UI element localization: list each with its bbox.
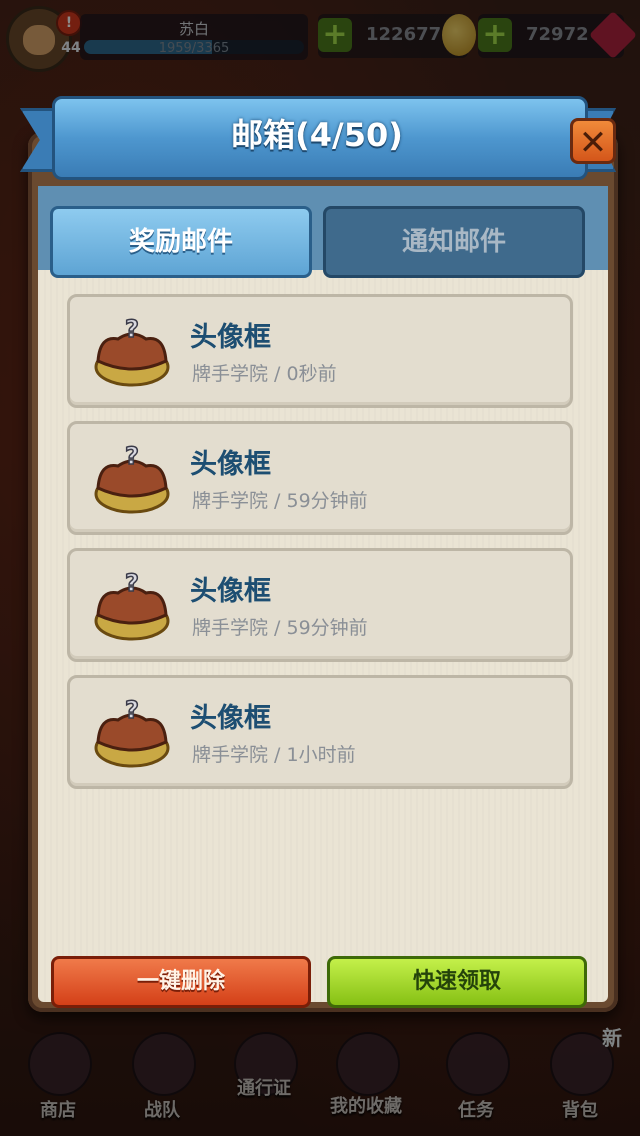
mail-title: 头像框 (190, 449, 271, 480)
avatar-frame-icon: ? (94, 696, 170, 768)
tab-reward-mail[interactable]: 奖励邮件 (50, 206, 312, 278)
close-button[interactable]: ✕ (570, 118, 616, 164)
mail-item[interactable]: ? 头像框 牌手学院 / 59分钟前 (67, 421, 573, 535)
mail-subtitle: 牌手学院 / 1小时前 (192, 744, 356, 766)
mail-subtitle: 牌手学院 / 0秒前 (192, 363, 337, 385)
mail-subtitle: 牌手学院 / 59分钟前 (192, 490, 368, 512)
mail-title: 头像框 (190, 322, 271, 353)
claim-all-button[interactable]: 快速领取 (327, 956, 587, 1008)
avatar-frame-icon: ? (94, 442, 170, 514)
avatar-frame-icon: ? (94, 569, 170, 641)
tab-notice-mail[interactable]: 通知邮件 (323, 206, 585, 278)
mail-title: 头像框 (190, 703, 271, 734)
mail-item[interactable]: ? 头像框 牌手学院 / 1小时前 (67, 675, 573, 789)
mail-item[interactable]: ? 头像框 牌手学院 / 0秒前 (67, 294, 573, 408)
svg-text:?: ? (125, 569, 139, 597)
mail-title: 头像框 (190, 576, 271, 607)
svg-text:?: ? (125, 696, 139, 724)
mail-item[interactable]: ? 头像框 牌手学院 / 59分钟前 (67, 548, 573, 662)
mail-subtitle: 牌手学院 / 59分钟前 (192, 617, 368, 639)
svg-text:?: ? (125, 442, 139, 470)
delete-all-button[interactable]: 一键删除 (51, 956, 311, 1008)
mailbox-title: 邮箱(4/50) (231, 116, 403, 154)
avatar-frame-icon: ? (94, 315, 170, 387)
svg-text:?: ? (125, 315, 139, 343)
